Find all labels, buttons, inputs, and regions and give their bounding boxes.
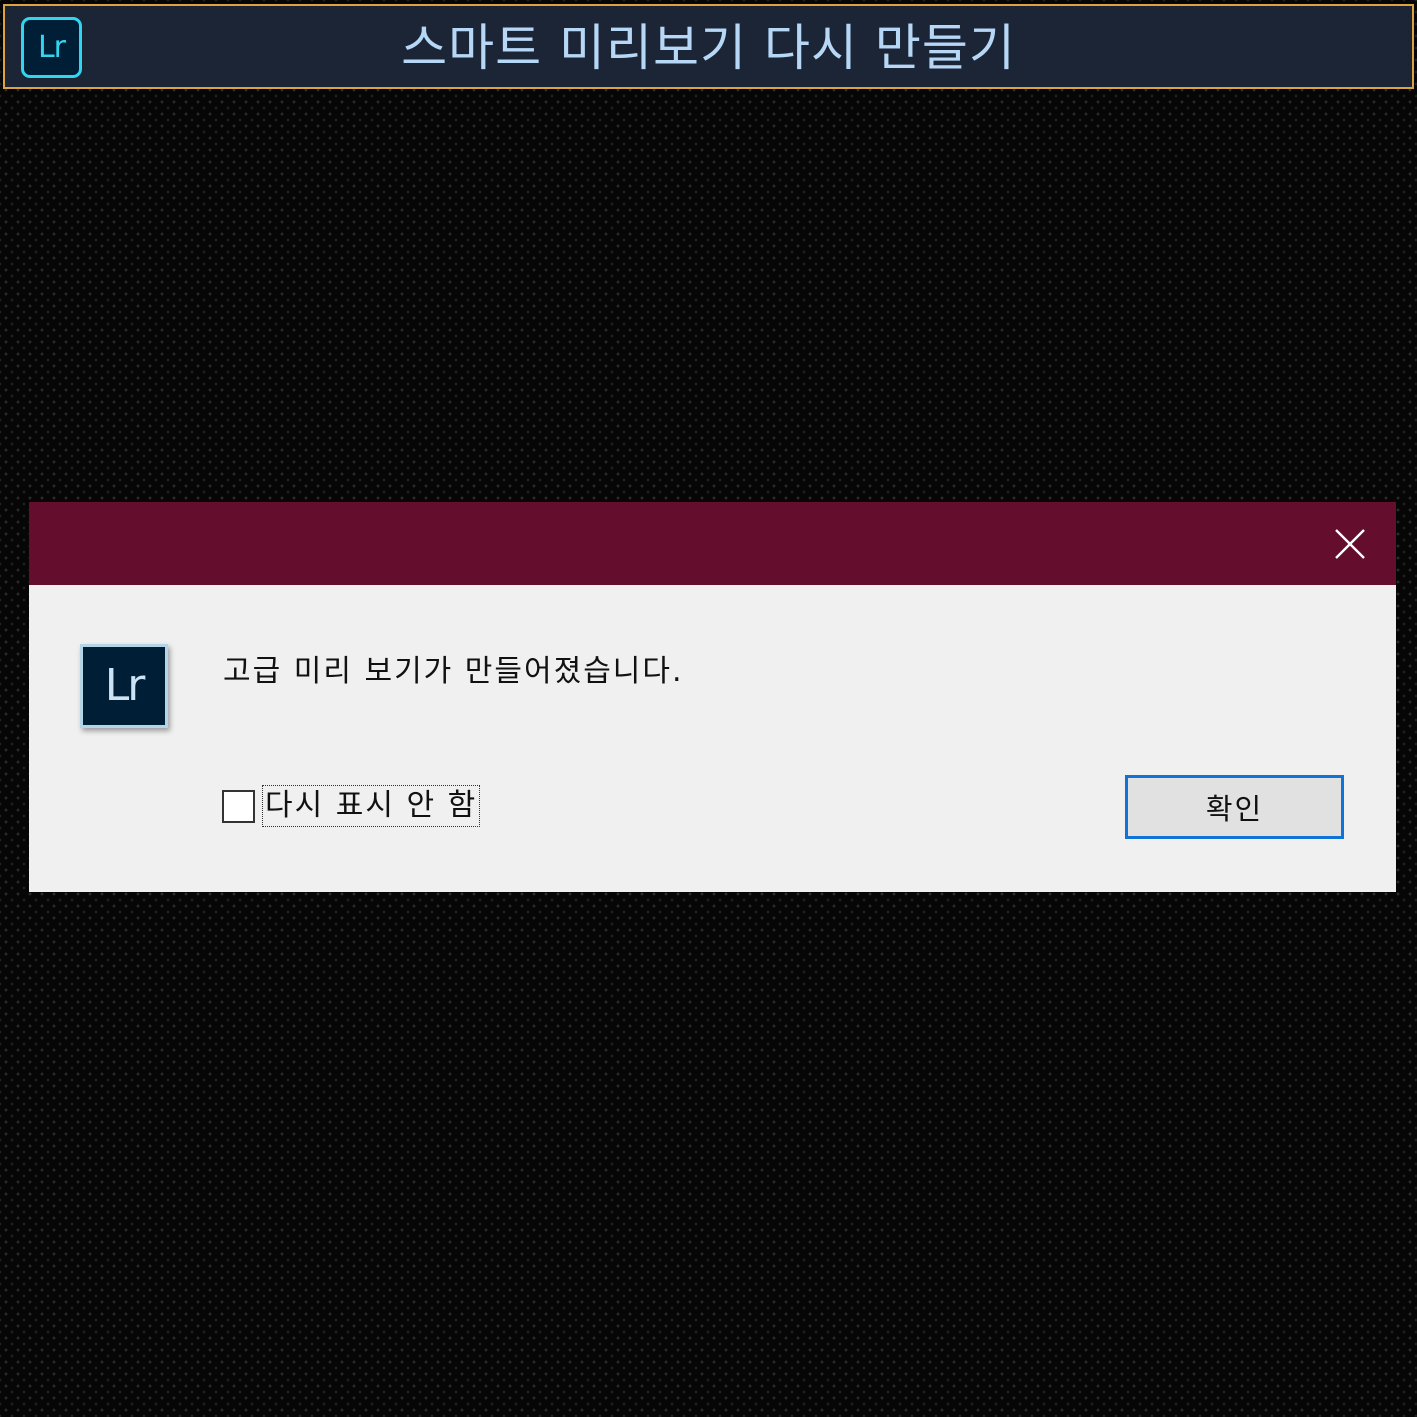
ok-button[interactable]: 확인 <box>1125 775 1344 839</box>
dialog-message: 고급 미리 보기가 만들어졌습니다. <box>223 654 684 689</box>
close-button[interactable] <box>1322 516 1378 572</box>
dont-show-again-checkbox[interactable]: 다시 표시 안 함 <box>222 785 481 827</box>
banner-title: 스마트 미리보기 다시 만들기 <box>401 19 1016 77</box>
lightroom-app-icon: Lr <box>80 644 168 728</box>
close-icon <box>1335 529 1365 559</box>
checkbox-box[interactable] <box>222 789 255 823</box>
message-dialog: Lr 고급 미리 보기가 만들어졌습니다. 다시 표시 안 함 확인 <box>29 502 1396 892</box>
dialog-titlebar <box>29 502 1396 585</box>
header-banner: Lr 스마트 미리보기 다시 만들기 <box>3 4 1414 89</box>
checkbox-label[interactable]: 다시 표시 안 함 <box>262 785 481 827</box>
